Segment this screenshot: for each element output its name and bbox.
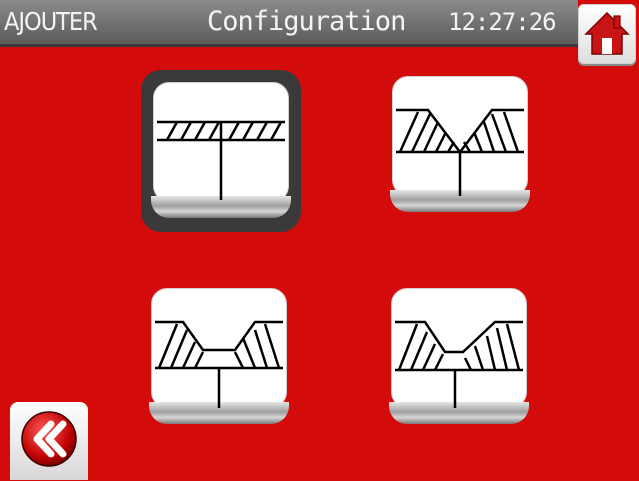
clock: 12:27:26: [448, 8, 557, 36]
back-button[interactable]: [10, 402, 88, 480]
flat-t-joint-icon: [157, 120, 285, 200]
page-title: Configuration: [207, 6, 406, 37]
u-groove-joint-icon: [155, 320, 283, 408]
joint-v-groove-button[interactable]: [386, 70, 534, 218]
joint-u-groove-button[interactable]: [145, 282, 293, 430]
v-groove-joint-icon: [396, 108, 524, 196]
home-icon: [584, 11, 630, 55]
screen: AJOUTER Configuration 12:27:26: [0, 0, 639, 481]
title-bar: AJOUTER Configuration 12:27:26: [0, 0, 578, 47]
double-chevron-left-icon: [21, 411, 77, 467]
joint-flat-t-button[interactable]: [141, 70, 301, 232]
joint-y-groove-button[interactable]: [385, 282, 533, 430]
mode-label: AJOUTER: [4, 7, 98, 36]
home-button[interactable]: [578, 4, 636, 64]
y-groove-joint-icon: [395, 320, 523, 408]
